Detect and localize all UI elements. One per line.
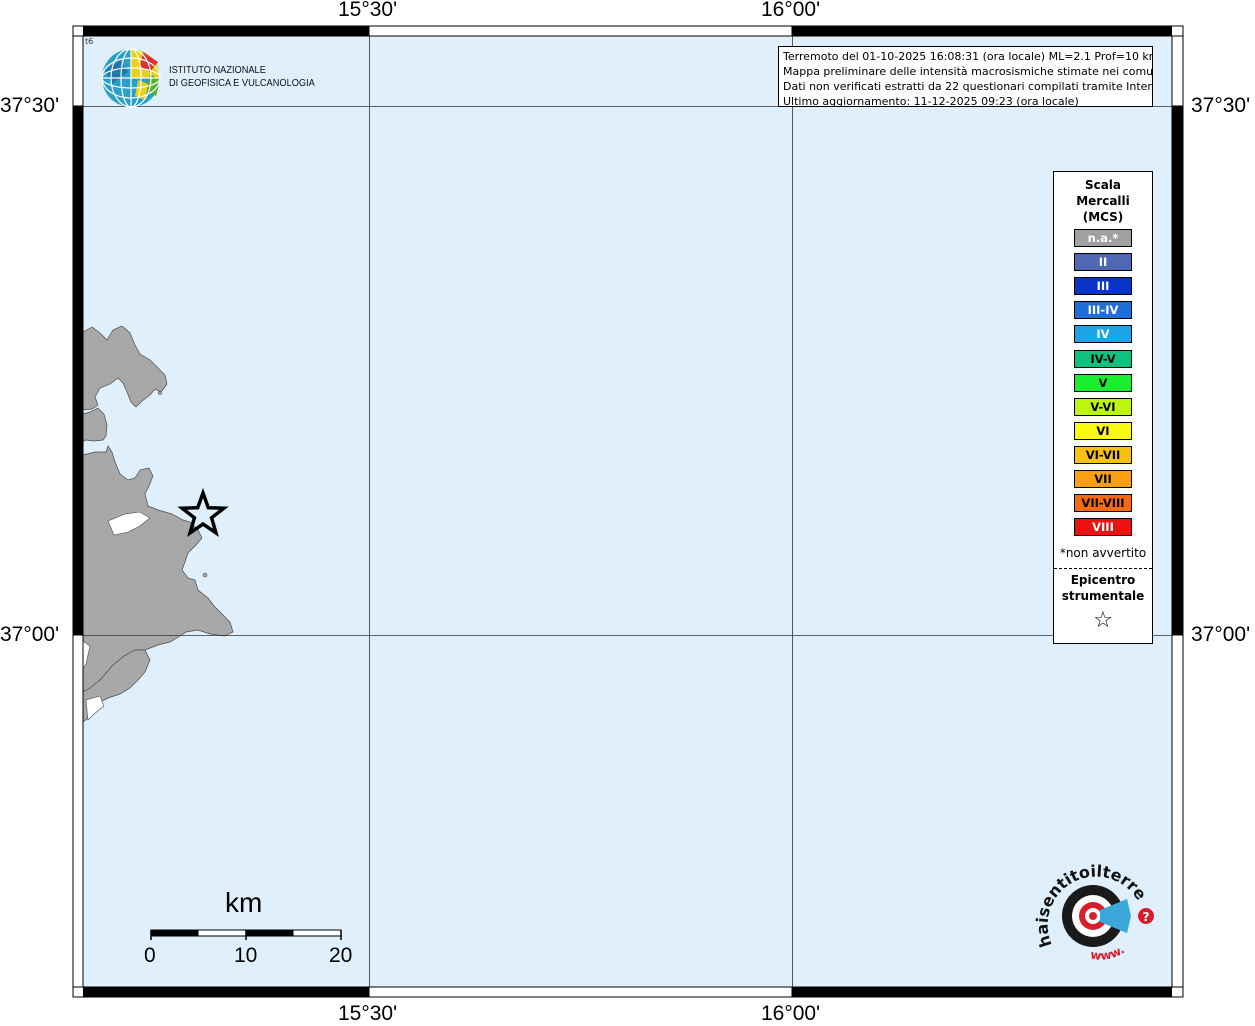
ingv-globe-logo <box>101 48 161 108</box>
lat-label-left-2: 37°00' <box>0 623 60 646</box>
lon-label-top-1: 15°30' <box>338 0 398 21</box>
ingv-line2: DI GEOFISICA E VULCANOLOGIA <box>169 77 315 89</box>
legend-item: n.a.* <box>1074 229 1132 247</box>
legend-epicenter-line1: Epicentro <box>1070 573 1136 587</box>
lon-label-bottom-2: 16°00' <box>761 1002 821 1025</box>
ingv-logo-text: ISTITUTO NAZIONALE DI GEOFISICA E VULCAN… <box>169 64 315 90</box>
legend-item: II <box>1074 253 1132 272</box>
scale-tick-10: 10 <box>234 944 258 967</box>
legend-star-icon: ☆ <box>1093 608 1113 633</box>
legend-item: III-IV <box>1074 301 1132 320</box>
event-info-line1: Terremoto del 01-10-2025 16:08:31 (ora l… <box>783 50 1153 63</box>
scale-tick-0: 0 <box>144 944 156 967</box>
lon-label-bottom-1: 15°30' <box>338 1002 398 1025</box>
ingv-line1: ISTITUTO NAZIONALE <box>169 64 266 76</box>
event-info-box: Terremoto del 01-10-2025 16:08:31 (ora l… <box>778 46 1153 107</box>
legend-item: V-VI <box>1074 397 1132 416</box>
legend-item: III <box>1074 277 1132 296</box>
legend-item: IV <box>1074 325 1132 344</box>
legend-title-line3: (MCS) <box>1082 210 1124 224</box>
badge-question: ? <box>1143 910 1150 924</box>
legend-item: IV-V <box>1074 349 1132 368</box>
legend-item: VIII <box>1074 518 1132 537</box>
event-info-line4: Ultimo aggiornamento: 11-12-2025 09:23 (… <box>783 95 1079 107</box>
event-info-line2: Mappa preliminare delle intensità macros… <box>783 65 1153 78</box>
lat-label-right-1: 37°30' <box>1191 94 1251 117</box>
legend-divider <box>1054 568 1152 569</box>
legend-note: *non avvertito <box>1059 546 1147 560</box>
legend-title: Scala Mercalli (MCS) <box>1054 177 1152 225</box>
scale-tick-20: 20 <box>329 944 353 967</box>
legend-item: VI <box>1074 421 1132 440</box>
lon-label-top-2: 16°00' <box>761 0 821 21</box>
event-info-line3: Dati non verificati estratti da 22 quest… <box>783 80 1153 93</box>
sea-area <box>83 36 1172 987</box>
legend-item: VII-VIII <box>1074 494 1132 513</box>
mcs-legend: Scala Mercalli (MCS) n.a.* II III III-IV IV I… <box>1053 171 1153 644</box>
svg-text:t6: t6 <box>85 37 93 46</box>
lat-label-right-2: 37°00' <box>1191 623 1251 646</box>
legend-title-line1: Scala <box>1084 178 1122 192</box>
legend-item: VII <box>1074 470 1132 488</box>
legend-item: V <box>1074 373 1132 392</box>
legend-item: VI-VII <box>1074 445 1132 464</box>
scale-unit: km <box>225 887 263 918</box>
legend-title-line2: Mercalli <box>1076 194 1130 208</box>
legend-epicenter-label: Epicentro strumentale <box>1054 572 1152 604</box>
legend-epicenter-line2: strumentale <box>1061 589 1145 603</box>
lat-label-left-1: 37°30' <box>0 94 60 117</box>
